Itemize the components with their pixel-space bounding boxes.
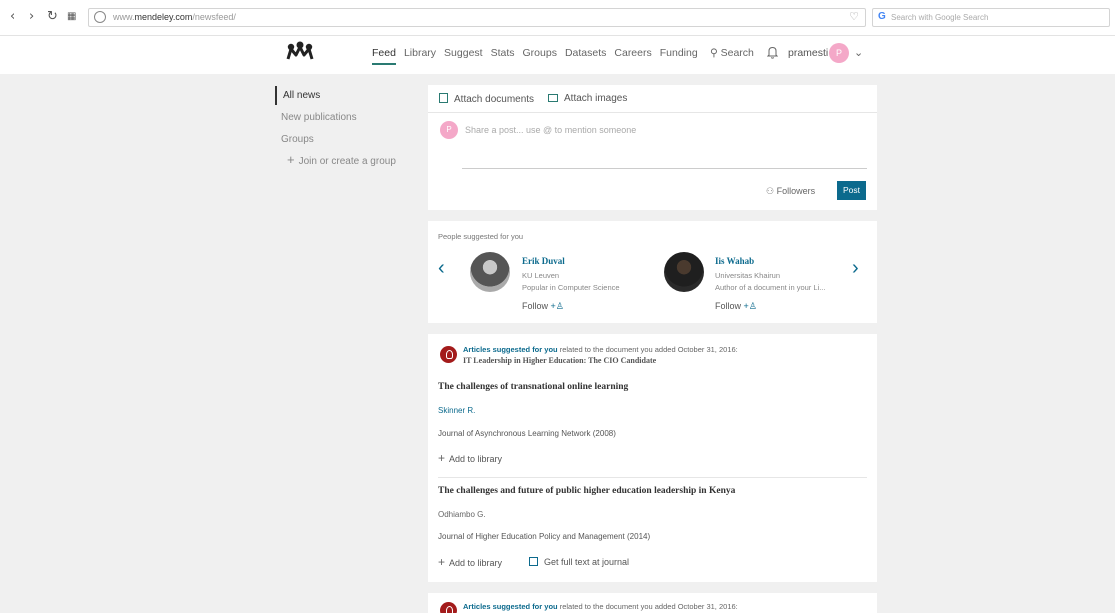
person-note: Popular in Computer Science — [522, 283, 620, 292]
add-person-icon: +♙ — [550, 301, 564, 311]
apps-grid-icon[interactable]: ▦ — [67, 11, 76, 22]
external-link-icon — [529, 557, 538, 566]
back-icon[interactable]: ‹ — [10, 9, 15, 24]
globe-icon — [94, 11, 106, 23]
attach-documents-label: Attach documents — [454, 94, 535, 105]
person-affiliation: KU Leuven — [522, 271, 560, 280]
suggestion-label[interactable]: Articles suggested for you — [463, 602, 558, 611]
person-name[interactable]: Iis Wahab — [715, 256, 754, 266]
followers-label: Followers — [776, 186, 816, 196]
forward-icon[interactable]: › — [29, 9, 34, 24]
people-suggested-card: People suggested for you ‹ › Erik Duval … — [428, 221, 877, 323]
attach-documents-button[interactable]: Attach documents — [439, 93, 534, 105]
post-avatar: P — [440, 121, 458, 139]
nav-datasets[interactable]: Datasets — [565, 47, 606, 59]
image-icon — [548, 94, 558, 102]
attach-images-label: Attach images — [564, 93, 628, 104]
divider — [438, 477, 867, 478]
nav-funding[interactable]: Funding — [660, 47, 698, 59]
sidebar-item-groups[interactable]: Groups — [275, 130, 415, 149]
mendeley-logo-icon[interactable] — [286, 41, 314, 61]
sidebar-item-all-news[interactable]: All news — [275, 86, 415, 105]
add-to-library-label: Add to library — [449, 454, 503, 464]
lightbulb-icon — [440, 346, 457, 363]
followers-icon: ⚇ — [766, 186, 775, 196]
articles-suggested-card: Articles suggested for you related to th… — [428, 593, 877, 613]
top-navigation: Feed Library Suggest Stats Groups Datase… — [0, 36, 1115, 74]
url-text: www.mendeley.com/newsfeed/ — [113, 12, 236, 22]
add-to-library-button[interactable]: + Add to library — [438, 451, 502, 465]
search-icon: ⚲ — [710, 47, 718, 59]
article-journal: Journal of Asynchronous Learning Network… — [438, 429, 616, 438]
nav-groups[interactable]: Groups — [523, 47, 557, 59]
suggestion-label[interactable]: Articles suggested for you — [463, 345, 558, 354]
attach-images-button[interactable]: Attach images — [548, 93, 627, 104]
nav-feed[interactable]: Feed — [372, 47, 396, 65]
article-author[interactable]: Odhiambo G. — [438, 510, 486, 519]
get-full-text-button[interactable]: Get full text at journal — [529, 557, 629, 567]
person-affiliation: Universitas Khairun — [715, 271, 781, 280]
nav-stats[interactable]: Stats — [491, 47, 515, 59]
browser-search-input[interactable]: G Search with Google Search — [872, 8, 1110, 27]
sidebar-item-new-publications[interactable]: New publications — [275, 108, 415, 127]
search-placeholder: Search with Google Search — [891, 13, 989, 22]
person-name[interactable]: Erik Duval — [522, 256, 565, 266]
get-full-text-label: Get full text at journal — [544, 557, 630, 567]
heart-icon[interactable]: ♡ — [849, 10, 859, 23]
chevron-left-icon[interactable]: ‹ — [438, 257, 445, 280]
post-button[interactable]: Post — [837, 181, 866, 200]
post-input[interactable]: Share a post... use @ to mention someone — [465, 125, 636, 135]
nav-careers[interactable]: Careers — [614, 47, 651, 59]
plus-icon: + — [438, 451, 446, 465]
document-icon — [439, 93, 448, 103]
follow-label: Follow — [715, 301, 742, 311]
add-to-library-label: Add to library — [449, 558, 503, 568]
input-underline — [462, 168, 867, 169]
people-suggested-title: People suggested for you — [438, 232, 524, 241]
user-avatar[interactable]: P — [829, 43, 849, 63]
person-photo-erik[interactable] — [470, 252, 510, 292]
follow-button[interactable]: Follow +♙ — [715, 301, 757, 312]
chevron-right-icon[interactable]: › — [852, 257, 859, 280]
google-icon: G — [878, 11, 886, 22]
feed-sidebar: All news New publications Groups + Join o… — [275, 86, 415, 167]
reload-icon[interactable]: ↻ — [47, 9, 58, 24]
person-note: Author of a document in your Li... — [715, 283, 826, 292]
suggestion-header: Articles suggested for you related to th… — [463, 602, 738, 611]
lightbulb-icon — [440, 602, 457, 613]
join-group-link[interactable]: + Join or create a group — [275, 152, 415, 167]
bell-icon[interactable] — [767, 46, 778, 59]
articles-suggested-card: Articles suggested for you related to th… — [428, 334, 877, 582]
source-document-title[interactable]: IT Leadership in Higher Education: The C… — [463, 356, 656, 365]
article-journal: Journal of Higher Education Policy and M… — [438, 532, 651, 541]
article-author[interactable]: Skinner R. — [438, 406, 475, 415]
browser-toolbar: ‹ › ↻ ▦ www.mendeley.com/newsfeed/ ♡ G S… — [0, 0, 1115, 36]
nav-search-label: Search — [720, 47, 754, 59]
add-to-library-button[interactable]: + Add to library — [438, 555, 502, 569]
main-menu: Feed Library Suggest Stats Groups Datase… — [372, 47, 698, 65]
plus-icon: + — [438, 555, 446, 569]
add-person-icon: +♙ — [743, 301, 757, 311]
suggestion-header: Articles suggested for you related to th… — [463, 345, 738, 354]
nav-search[interactable]: ⚲ Search — [710, 47, 754, 59]
audience-selector[interactable]: ⚇ Followers — [766, 186, 815, 197]
article-title[interactable]: The challenges and future of public high… — [438, 486, 735, 496]
share-post-card: Attach documents Attach images P Share a… — [428, 85, 877, 210]
follow-button[interactable]: Follow +♙ — [522, 301, 564, 312]
suggestion-text: related to the document you added Octobe… — [559, 345, 738, 354]
follow-label: Follow — [522, 301, 549, 311]
join-group-label: Join or create a group — [298, 156, 396, 167]
suggestion-text: related to the document you added Octobe… — [559, 602, 738, 611]
nav-library[interactable]: Library — [404, 47, 436, 59]
divider — [428, 112, 877, 113]
address-bar[interactable]: www.mendeley.com/newsfeed/ ♡ — [88, 8, 866, 27]
nav-suggest[interactable]: Suggest — [444, 47, 483, 59]
plus-icon: + — [287, 152, 295, 167]
person-photo-iis[interactable] — [664, 252, 704, 292]
chevron-down-icon[interactable]: ⌄ — [854, 46, 863, 59]
article-title[interactable]: The challenges of transnational online l… — [438, 382, 628, 392]
user-name[interactable]: pramesti — [788, 47, 828, 59]
